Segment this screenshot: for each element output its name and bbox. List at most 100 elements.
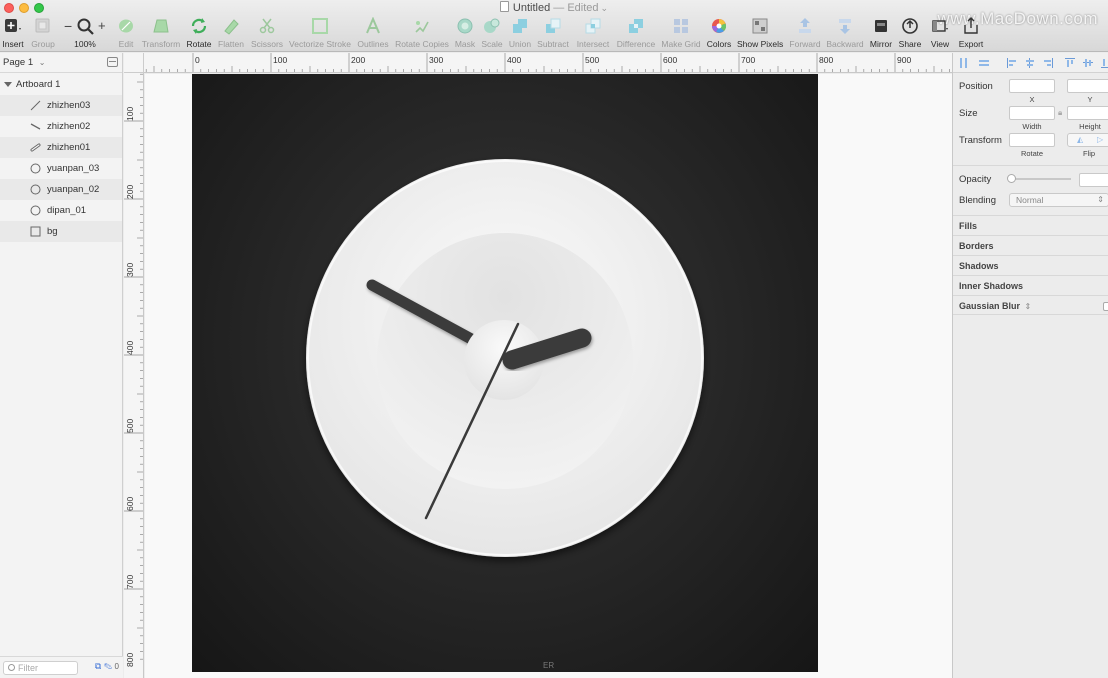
zoom-out-icon[interactable]: −	[64, 18, 72, 34]
flip-vertical-icon[interactable]: ▷	[1097, 135, 1103, 144]
copy-icon[interactable]: ⧉	[95, 661, 101, 671]
mask-icon	[454, 17, 476, 36]
blending-select[interactable]: Normal ⇕	[1009, 193, 1108, 207]
ruler-label: 0	[195, 55, 200, 65]
colors-button[interactable]: Colors	[705, 17, 733, 49]
subtract-label: Subtract	[537, 39, 569, 49]
group-label: Group	[31, 39, 55, 49]
flip-horizontal-icon[interactable]: ◭	[1077, 135, 1083, 144]
intersect-button[interactable]: Intersect	[574, 17, 612, 49]
layer-artboard[interactable]: Artboard 1	[0, 74, 122, 95]
ruler-label: 900	[897, 55, 911, 65]
scissors-button[interactable]: Scissors	[249, 17, 285, 49]
flatten-button[interactable]: Flatten	[216, 17, 246, 49]
union-icon	[509, 17, 531, 36]
distribute-horizontal-icon[interactable]	[959, 58, 969, 68]
vertical-ruler[interactable]: 100 200 300 400 500 600 700 800	[124, 73, 144, 678]
align-bottom-icon[interactable]	[1101, 58, 1108, 68]
rotate-copies-button[interactable]: Rotate Copies	[394, 17, 450, 49]
pixels-icon	[749, 17, 771, 36]
opacity-slider[interactable]	[1009, 178, 1071, 180]
align-center-icon[interactable]	[1025, 58, 1035, 68]
export-button[interactable]: Export	[957, 17, 985, 49]
opacity-slider-knob[interactable]	[1007, 174, 1016, 183]
fills-section[interactable]: Fills	[953, 215, 1108, 235]
pen-icon[interactable]: ✎	[104, 661, 112, 671]
subtract-button[interactable]: Subtract	[536, 17, 570, 49]
distribute-vertical-icon[interactable]	[979, 58, 989, 68]
rotate-caption: Rotate	[1020, 149, 1044, 158]
shadows-section[interactable]: Shadows	[953, 255, 1108, 275]
layer-footer-tools: ⧉ ✎ 0	[95, 661, 119, 672]
position-x-field[interactable]	[1009, 79, 1055, 93]
mirror-button[interactable]: Mirror	[868, 17, 894, 49]
outlines-button[interactable]: Outlines	[356, 16, 390, 49]
share-label: Share	[898, 39, 922, 49]
footer-count: 0	[114, 662, 119, 671]
ruler-label: 500	[125, 419, 135, 433]
document-name: Untitled	[512, 2, 551, 14]
align-right-icon[interactable]	[1043, 58, 1053, 68]
view-button[interactable]: View	[927, 17, 953, 49]
group-icon	[32, 17, 54, 36]
lock-icon[interactable]: 🔒︎	[1058, 108, 1062, 118]
group-button[interactable]: Group	[29, 17, 57, 49]
flatten-icon	[220, 17, 242, 36]
chevron-updown-icon[interactable]: ⇕	[1025, 302, 1032, 311]
clock-illustration[interactable]	[192, 74, 818, 672]
position-y-field[interactable]	[1067, 79, 1108, 93]
plus-icon	[2, 17, 24, 36]
artboard-watermark: ER	[543, 661, 555, 670]
oval-icon	[30, 163, 41, 174]
gaussian-blur-section[interactable]: Gaussian Blur ⇕	[953, 295, 1108, 315]
show-pixels-button[interactable]: Show Pixels	[737, 17, 783, 49]
mirror-icon	[870, 17, 892, 36]
layer-item[interactable]: bg	[0, 221, 122, 242]
zoom-in-icon[interactable]: +	[98, 18, 106, 33]
horizontal-ruler[interactable]: 0 100 200 300 400 500 600 700 800 900	[144, 53, 952, 73]
edit-button[interactable]: Edit	[114, 17, 138, 49]
layer-item[interactable]: zhizhen01	[0, 137, 122, 158]
canvas[interactable]: ER	[145, 74, 952, 678]
section-label: Inner Shadows	[959, 281, 1024, 291]
make-grid-button[interactable]: Make Grid	[660, 17, 702, 49]
layer-item[interactable]: yuanpan_02	[0, 179, 122, 200]
page-selector[interactable]: Page 1 ⌄	[0, 53, 122, 73]
height-field[interactable]	[1067, 106, 1108, 120]
layer-item[interactable]: dipan_01	[0, 200, 122, 221]
disclosure-triangle-icon[interactable]	[4, 82, 12, 87]
scale-button[interactable]: Scale	[480, 17, 504, 49]
vectorize-stroke-button[interactable]: Vectorize Stroke	[288, 17, 352, 49]
flip-caption: Flip	[1082, 149, 1096, 158]
share-button[interactable]: Share	[897, 17, 923, 49]
inner-shadows-section[interactable]: Inner Shadows	[953, 275, 1108, 295]
zoom-control[interactable]: − + 100%	[62, 17, 108, 49]
collapse-pages-icon[interactable]	[107, 57, 118, 67]
backward-button[interactable]: Backward	[825, 17, 865, 49]
opacity-field[interactable]	[1079, 173, 1108, 187]
rotate-field[interactable]	[1009, 133, 1055, 147]
width-field[interactable]	[1009, 106, 1055, 120]
difference-button[interactable]: Difference	[614, 17, 658, 49]
layer-item[interactable]: zhizhen03	[0, 95, 122, 116]
align-top-icon[interactable]	[1065, 58, 1075, 68]
borders-section[interactable]: Borders	[953, 235, 1108, 255]
ruler-label: 700	[125, 575, 135, 589]
align-left-icon[interactable]	[1007, 58, 1017, 68]
filter-input[interactable]: Filter	[3, 661, 78, 675]
insert-button[interactable]: Insert	[1, 17, 25, 49]
layer-item[interactable]: zhizhen02	[0, 116, 122, 137]
forward-label: Forward	[789, 39, 821, 49]
union-button[interactable]: Union	[507, 17, 533, 49]
mask-button[interactable]: Mask	[453, 17, 477, 49]
rotate-button[interactable]: Rotate	[185, 17, 213, 49]
chevron-down-icon[interactable]: ⌄	[601, 3, 609, 13]
flip-buttons[interactable]: ◭ ▷	[1067, 133, 1108, 147]
align-middle-icon[interactable]	[1083, 58, 1093, 68]
layer-item[interactable]: yuanpan_03	[0, 158, 122, 179]
gaussian-blur-checkbox[interactable]	[1103, 302, 1108, 311]
zoom-level: 100%	[74, 39, 96, 49]
artboard[interactable]: ER	[192, 74, 818, 672]
forward-button[interactable]: Forward	[788, 17, 822, 49]
transform-button[interactable]: Transform	[140, 17, 182, 49]
